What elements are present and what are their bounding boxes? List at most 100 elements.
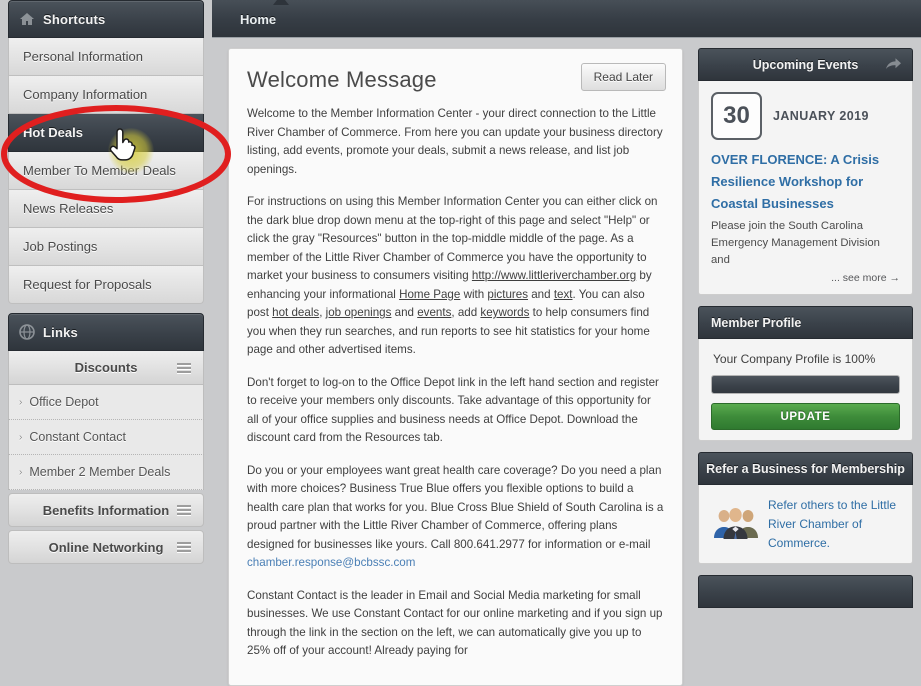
shortcuts-panel: Shortcuts Personal Information Company In… <box>8 0 204 304</box>
welcome-paragraph: Welcome to the Member Information Center… <box>247 105 664 179</box>
people-group-icon <box>711 505 759 544</box>
refer-business-card: Refer a Business for Membership Refer ot… <box>698 452 913 564</box>
links-panel-header[interactable]: Links <box>8 313 204 351</box>
event-description: Please join the South Carolina Emergency… <box>711 220 880 266</box>
link-group-online-networking[interactable]: Online Networking <box>8 530 204 564</box>
sidebar-item-label: Member To Member Deals <box>23 163 176 178</box>
event-title-link[interactable]: OVER FLORENCE: A Crisis Resilience Works… <box>711 149 900 215</box>
paragraph-text: with <box>460 287 488 301</box>
upcoming-events-body: 30 JANUARY 2019 OVER FLORENCE: A Crisis … <box>698 81 913 295</box>
tab-bar: Home <box>218 0 915 38</box>
inline-link[interactable]: hot deals <box>272 306 319 319</box>
member-profile-card: Member Profile Your Company Profile is 1… <box>698 306 913 441</box>
shortcuts-panel-title: Shortcuts <box>43 11 106 27</box>
link-item-label: Office Depot <box>29 395 99 409</box>
see-more-link[interactable]: ... see more → <box>711 272 900 284</box>
sidebar-item-label: Hot Deals <box>23 125 83 140</box>
inline-link[interactable]: text <box>554 288 573 301</box>
profile-progress-fill <box>712 376 899 393</box>
welcome-paragraph: For instructions on using this Member In… <box>247 193 664 360</box>
welcome-body-text: Welcome to the Member Information Center… <box>247 105 664 661</box>
member-profile-title: Member Profile <box>711 315 802 330</box>
welcome-paragraph: Constant Contact is the leader in Email … <box>247 587 664 661</box>
paragraph-text: and <box>391 306 418 319</box>
share-arrow-icon[interactable] <box>885 56 902 74</box>
globe-icon <box>19 324 35 340</box>
chevron-right-icon: › <box>19 466 23 478</box>
link-item-office-depot[interactable]: › Office Depot <box>8 385 204 420</box>
left-sidebar: Shortcuts Personal Information Company In… <box>0 0 212 588</box>
paragraph-text: Welcome to the Member Information Center… <box>247 107 663 176</box>
right-rail: Upcoming Events 30 JANUARY 2019 OVER FLO… <box>698 48 913 608</box>
welcome-paragraph: Do you or your employees want great heal… <box>247 462 664 573</box>
welcome-paragraph: Don't forget to log-on to the Office Dep… <box>247 374 664 448</box>
link-group-label: Online Networking <box>48 539 164 555</box>
main-column: Home Read Later Welcome Message Welcome … <box>212 0 921 686</box>
sidebar-item-label: Request for Proposals <box>23 277 152 292</box>
member-profile-body: Your Company Profile is 100% UPDATE <box>698 339 913 441</box>
update-profile-button[interactable]: UPDATE <box>711 403 900 430</box>
tab-notch-indicator <box>273 0 289 5</box>
inline-link[interactable]: http://www.littleriverchamber.org <box>472 269 636 282</box>
sidebar-item-job-postings[interactable]: Job Postings <box>8 228 204 266</box>
inline-link[interactable]: job openings <box>326 306 392 319</box>
welcome-message-card: Read Later Welcome Message Welcome to th… <box>228 48 683 686</box>
home-icon <box>19 11 35 27</box>
hamburger-icon[interactable] <box>177 505 191 515</box>
shortcuts-panel-header[interactable]: Shortcuts <box>8 0 204 38</box>
upcoming-events-card: Upcoming Events 30 JANUARY 2019 OVER FLO… <box>698 48 913 295</box>
sidebar-item-label: News Releases <box>23 201 114 216</box>
sidebar-item-hot-deals[interactable]: Hot Deals <box>8 114 204 152</box>
profile-completion-text: Your Company Profile is 100% <box>713 352 876 366</box>
sidebar-item-label: Job Postings <box>23 239 98 254</box>
chevron-right-icon: › <box>19 431 23 443</box>
links-list: Discounts › Office Depot › Constant Contact ›… <box>8 351 204 564</box>
links-panel: Links Discounts › Office Depot › Constant Co… <box>8 313 204 564</box>
inline-link[interactable]: events <box>417 306 451 319</box>
next-card-header-partial <box>698 575 913 608</box>
refer-business-header: Refer a Business for Membership <box>698 452 913 485</box>
read-later-button[interactable]: Read Later <box>580 63 666 91</box>
paragraph-text: Do you or your employees want great heal… <box>247 463 664 551</box>
profile-progress-bar <box>711 375 900 394</box>
upcoming-events-header: Upcoming Events <box>698 48 913 81</box>
sidebar-item-label: Company Information <box>23 87 148 102</box>
member-profile-header: Member Profile <box>698 306 913 339</box>
paragraph-text: , add <box>451 306 481 319</box>
refer-business-title: Refer a Business for Membership <box>706 461 905 476</box>
chevron-right-icon: › <box>19 396 23 408</box>
paragraph-text: Constant Contact is the leader in Email … <box>247 588 663 658</box>
refer-business-link[interactable]: Refer others to the Little River Chamber… <box>768 496 900 553</box>
paragraph-text: Don't forget to log-on to the Office Dep… <box>247 375 659 445</box>
hamburger-icon[interactable] <box>177 362 191 373</box>
link-group-label: Discounts <box>74 360 138 375</box>
inline-link[interactable]: Home Page <box>399 288 460 301</box>
hamburger-icon[interactable] <box>177 542 191 552</box>
tab-home[interactable]: Home <box>240 12 276 27</box>
event-month-year: JANUARY 2019 <box>773 109 869 123</box>
event-date-row: 30 JANUARY 2019 <box>711 92 900 140</box>
sidebar-item-label: Personal Information <box>23 49 143 64</box>
upcoming-events-title: Upcoming Events <box>752 57 859 72</box>
refer-row: Refer others to the Little River Chamber… <box>711 496 900 553</box>
link-item-member-2-member-deals[interactable]: › Member 2 Member Deals <box>8 455 204 490</box>
sidebar-item-news-releases[interactable]: News Releases <box>8 190 204 228</box>
sidebar-item-personal-information[interactable]: Personal Information <box>8 38 204 76</box>
paragraph-text: and <box>528 287 554 301</box>
shortcuts-list: Personal Information Company Information H… <box>8 38 204 304</box>
link-group-benefits-information[interactable]: Benefits Information <box>8 493 204 527</box>
sidebar-item-member-to-member-deals[interactable]: Member To Member Deals <box>8 152 204 190</box>
link-item-label: Constant Contact <box>29 430 126 444</box>
refer-business-body: Refer others to the Little River Chamber… <box>698 485 913 564</box>
inline-link[interactable]: chamber.response@bcbssc.com <box>247 556 415 569</box>
link-item-label: Member 2 Member Deals <box>29 465 171 479</box>
links-panel-title: Links <box>43 324 78 340</box>
inline-link[interactable]: pictures <box>487 288 528 301</box>
sidebar-item-company-information[interactable]: Company Information <box>8 76 204 114</box>
sidebar-item-request-for-proposals[interactable]: Request for Proposals <box>8 266 204 304</box>
link-group-label: Benefits Information <box>42 502 170 518</box>
inline-link[interactable]: keywords <box>480 306 529 319</box>
link-group-discounts[interactable]: Discounts <box>8 351 204 385</box>
link-item-constant-contact[interactable]: › Constant Contact <box>8 420 204 455</box>
event-day: 30 <box>711 92 762 140</box>
